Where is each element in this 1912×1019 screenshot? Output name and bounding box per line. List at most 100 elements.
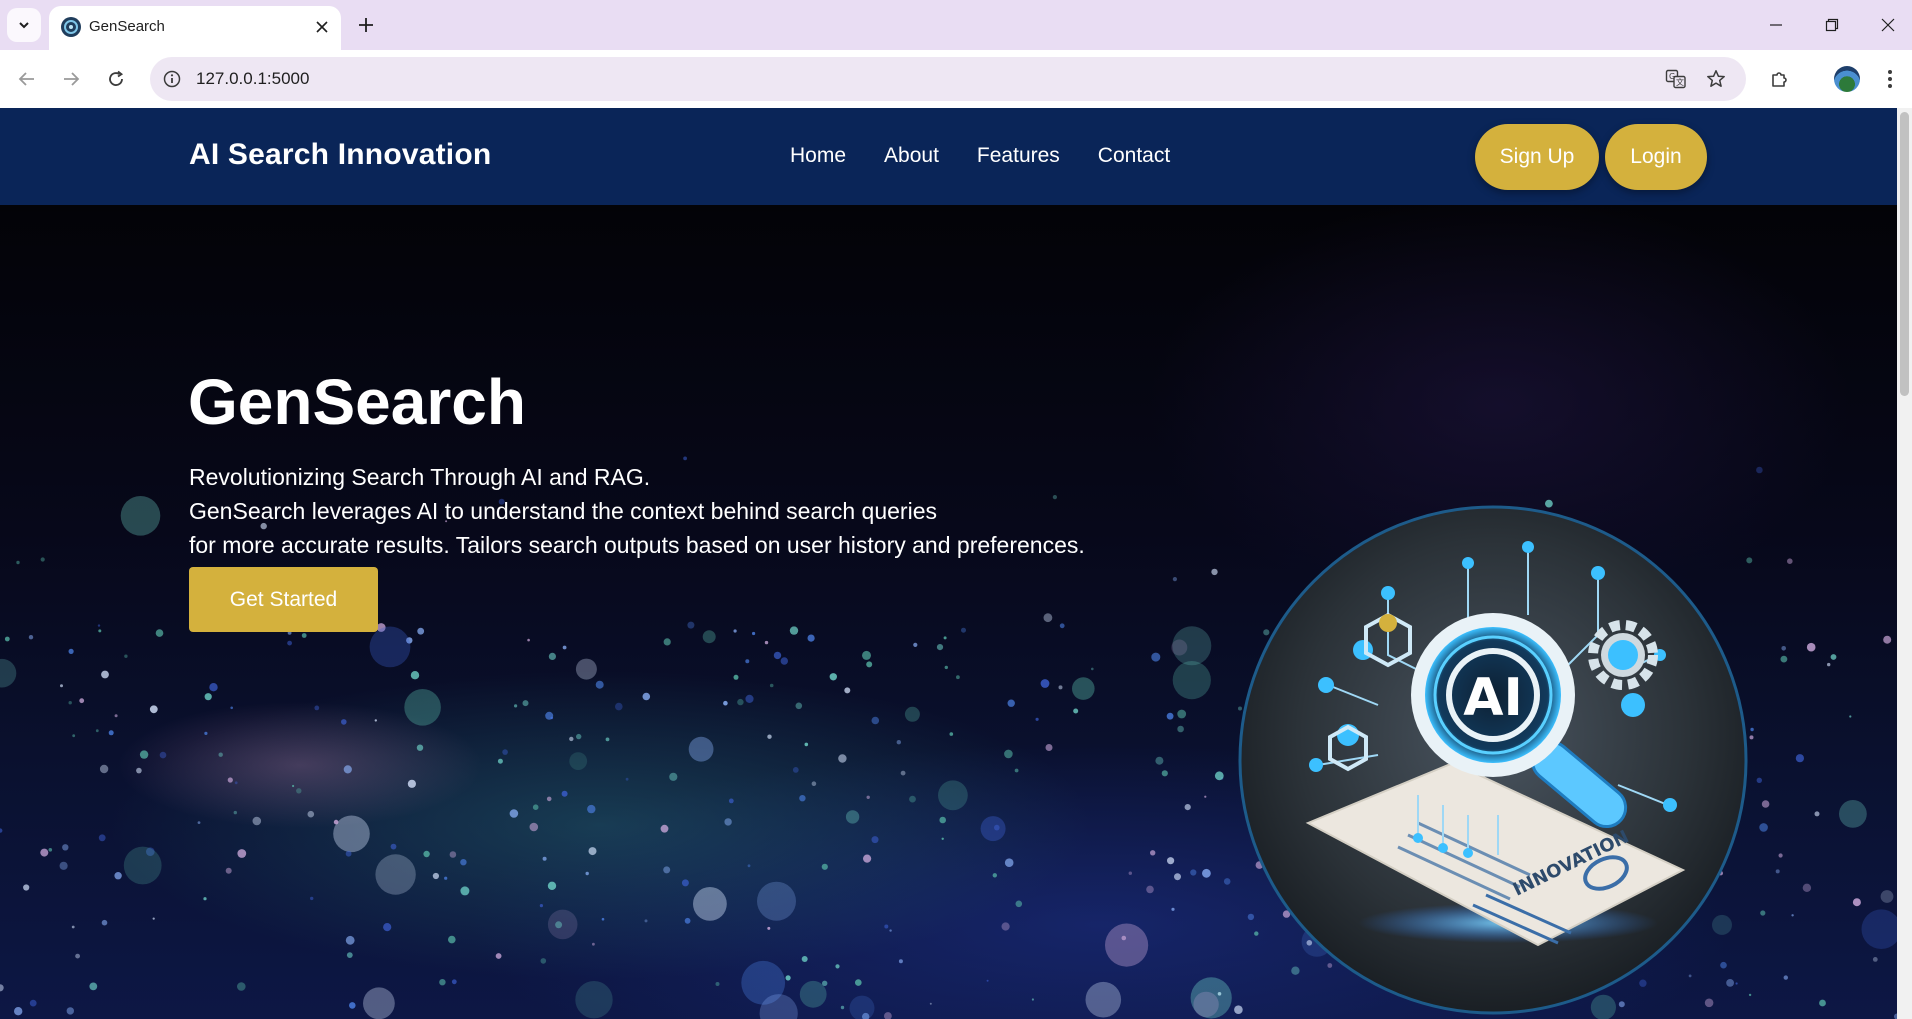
- bokeh-particle: [575, 981, 613, 1019]
- bokeh-particle: [785, 975, 791, 981]
- bokeh-particle: [423, 850, 430, 858]
- bokeh-particle: [1830, 654, 1837, 660]
- browser-menu-button[interactable]: [1874, 63, 1906, 95]
- bokeh-particle: [341, 719, 347, 725]
- minimize-button[interactable]: [1748, 0, 1804, 50]
- scrollbar-thumb[interactable]: [1900, 112, 1909, 396]
- bookmark-button[interactable]: [1702, 65, 1730, 93]
- bokeh-particle: [576, 733, 582, 740]
- bokeh-particle: [562, 645, 567, 650]
- nav-link-about[interactable]: About: [884, 144, 939, 168]
- bokeh-particle: [114, 714, 118, 718]
- bokeh-particle: [792, 767, 799, 773]
- bokeh-particle: [1872, 957, 1878, 962]
- restore-button[interactable]: [1804, 0, 1860, 50]
- close-window-button[interactable]: [1860, 0, 1912, 50]
- bokeh-particle: [374, 719, 377, 722]
- bokeh-particle: [938, 780, 968, 811]
- address-bar[interactable]: 127.0.0.1:5000 G文: [150, 57, 1746, 101]
- bokeh-particle: [884, 924, 889, 929]
- page-scrollbar[interactable]: [1897, 108, 1912, 1019]
- bokeh-particle: [75, 953, 80, 959]
- bokeh-particle: [136, 767, 142, 774]
- bokeh-particle: [780, 657, 788, 665]
- login-button[interactable]: Login: [1605, 124, 1707, 190]
- bokeh-particle: [89, 982, 98, 991]
- bokeh-particle: [209, 683, 218, 692]
- bokeh-particle: [417, 627, 425, 635]
- bokeh-particle: [230, 706, 233, 710]
- bokeh-particle: [980, 816, 1006, 842]
- bokeh-particle: [660, 824, 669, 833]
- bokeh-particle: [767, 926, 771, 930]
- back-button[interactable]: [11, 63, 43, 95]
- logo-center-text: AI: [1463, 668, 1523, 728]
- site-info-button[interactable]: [158, 65, 186, 93]
- info-icon: [163, 70, 181, 88]
- bokeh-particle: [1759, 823, 1768, 832]
- bokeh-particle: [1787, 558, 1793, 564]
- bokeh-particle: [1202, 868, 1211, 878]
- bokeh-particle: [838, 754, 847, 763]
- bokeh-particle: [1748, 993, 1752, 997]
- get-started-button[interactable]: Get Started: [189, 567, 378, 632]
- bokeh-particle: [669, 772, 678, 781]
- bokeh-particle: [234, 781, 238, 785]
- bokeh-particle: [1058, 685, 1063, 690]
- bokeh-particle: [601, 917, 605, 921]
- bokeh-particle: [1193, 991, 1219, 1018]
- hero-subtitle-line-1: Revolutionizing Search Through AI and RA…: [189, 464, 651, 490]
- profile-avatar[interactable]: [1834, 66, 1860, 92]
- bokeh-particle: [715, 982, 720, 986]
- extensions-button[interactable]: [1764, 63, 1796, 95]
- bokeh-particle: [723, 700, 728, 706]
- bokeh-particle: [509, 809, 519, 818]
- hero-section: GenSearch Revolutionizing Search Through…: [0, 205, 1897, 1019]
- bokeh-particle: [939, 816, 946, 824]
- bokeh-particle: [502, 749, 508, 755]
- browser-tab[interactable]: GenSearch: [49, 6, 341, 50]
- bokeh-particle: [702, 630, 716, 644]
- bokeh-particle: [101, 919, 108, 926]
- signup-button[interactable]: Sign Up: [1475, 124, 1599, 190]
- bokeh-particle: [1204, 795, 1207, 798]
- reload-button[interactable]: [100, 63, 132, 95]
- bokeh-particle: [728, 798, 734, 804]
- bokeh-particle: [757, 881, 796, 921]
- bokeh-particle: [95, 729, 99, 733]
- bokeh-particle: [1172, 577, 1177, 582]
- translate-button[interactable]: G文: [1662, 65, 1690, 93]
- bokeh-particle: [804, 742, 809, 747]
- puzzle-icon: [1772, 72, 1787, 87]
- bokeh-particle: [237, 982, 246, 991]
- bokeh-particle: [390, 843, 397, 850]
- tab-search-button[interactable]: [7, 8, 41, 42]
- bokeh-particle: [687, 621, 695, 629]
- bokeh-particle: [149, 705, 158, 714]
- bokeh-particle: [588, 847, 597, 856]
- bokeh-particle: [862, 650, 871, 660]
- close-tab-button[interactable]: [310, 15, 334, 39]
- bokeh-particle: [0, 658, 17, 688]
- forward-button[interactable]: [55, 63, 87, 95]
- chevron-down-icon: [19, 22, 29, 29]
- nav-link-contact[interactable]: Contact: [1098, 144, 1170, 168]
- hero-subtitle-line-3: for more accurate results. Tailors searc…: [189, 532, 1085, 558]
- nav-link-home[interactable]: Home: [790, 144, 846, 168]
- bokeh-particle: [929, 1002, 932, 1005]
- bokeh-particle: [532, 804, 539, 810]
- bokeh-particle: [644, 919, 648, 923]
- bokeh-particle: [642, 692, 651, 701]
- bokeh-particle: [855, 979, 862, 986]
- bokeh-particle: [40, 848, 49, 857]
- bokeh-particle: [1015, 900, 1023, 908]
- new-tab-button[interactable]: [351, 10, 381, 40]
- bokeh-particle: [159, 751, 167, 759]
- bokeh-particle: [569, 752, 588, 770]
- bokeh-particle: [1780, 655, 1788, 663]
- bokeh-particle: [1174, 873, 1181, 881]
- bokeh-particle: [152, 917, 155, 920]
- bokeh-particle: [460, 859, 467, 866]
- nav-link-features[interactable]: Features: [977, 144, 1060, 168]
- site-brand[interactable]: AI Search Innovation: [189, 138, 491, 172]
